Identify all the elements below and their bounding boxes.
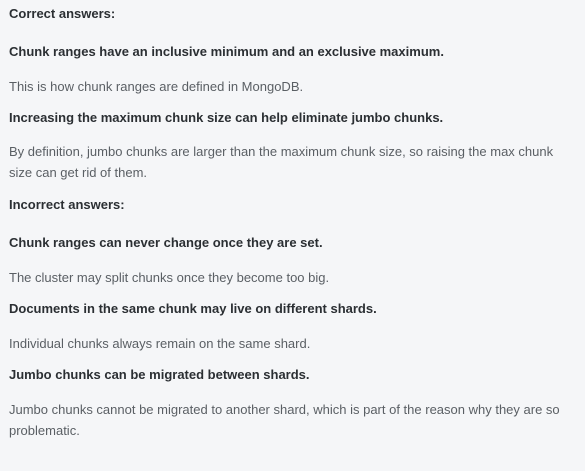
incorrect-answer-3: Jumbo chunks can be migrated between sha… [9, 366, 577, 441]
incorrect-answer-1: Chunk ranges can never change once they … [9, 234, 577, 288]
correct-answers-heading: Correct answers: [9, 6, 116, 21]
answer-statement: Documents in the same chunk may live on … [9, 301, 377, 316]
answer-statement: Jumbo chunks can be migrated between sha… [9, 367, 310, 382]
correct-answer-1: Chunk ranges have an inclusive minimum a… [9, 43, 577, 97]
answer-explanation: Individual chunks always remain on the s… [9, 336, 311, 351]
incorrect-answers-heading: Incorrect answers: [9, 197, 125, 212]
answer-statement: Chunk ranges have an inclusive minimum a… [9, 44, 444, 59]
answer-feedback-panel: Correct answers: Chunk ranges have an in… [0, 0, 585, 471]
correct-answer-2: Increasing the maximum chunk size can he… [9, 109, 577, 183]
answer-explanation: The cluster may split chunks once they b… [9, 270, 330, 285]
answer-explanation: This is how chunk ranges are defined in … [9, 79, 304, 94]
answer-statement: Increasing the maximum chunk size can he… [9, 110, 444, 125]
incorrect-answer-2: Documents in the same chunk may live on … [9, 300, 577, 354]
answer-explanation: By definition, jumbo chunks are larger t… [9, 144, 554, 180]
answer-explanation: Jumbo chunks cannot be migrated to anoth… [9, 402, 560, 438]
answer-statement: Chunk ranges can never change once they … [9, 235, 323, 250]
